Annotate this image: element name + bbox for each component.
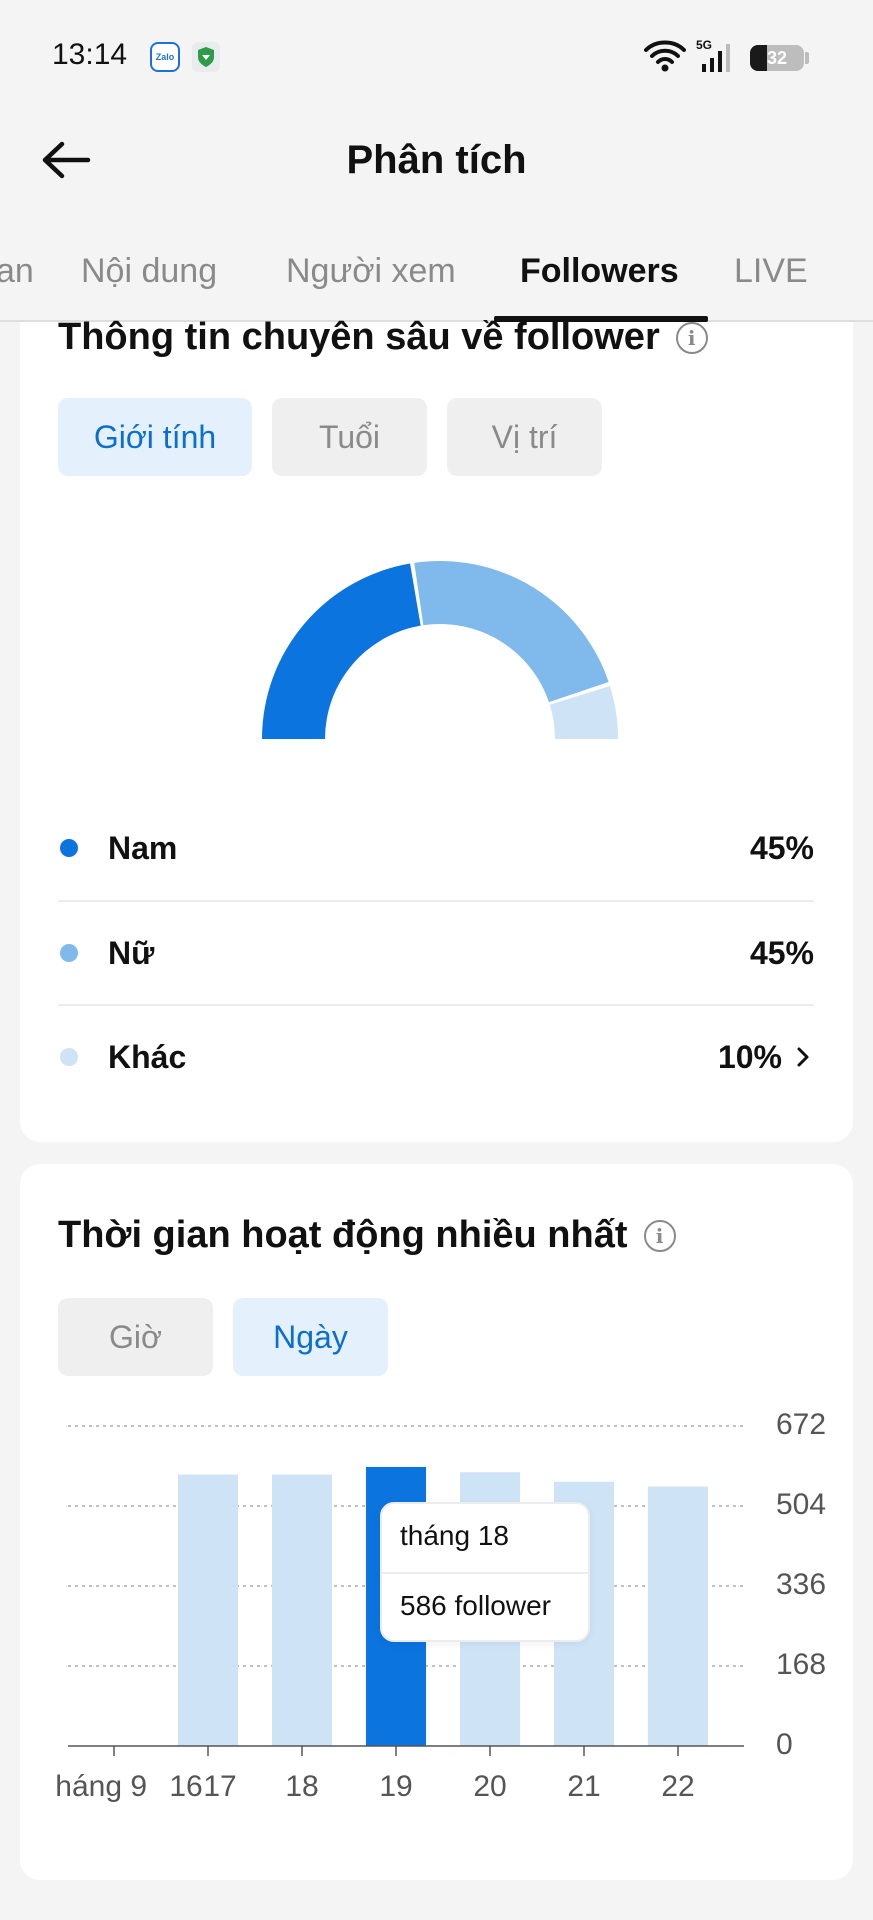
gauge-segment-male (262, 563, 421, 739)
tab-overview[interactable]: an (0, 252, 34, 291)
cellular-signal-icon: 5G (696, 38, 730, 72)
tab-live[interactable]: LIVE (734, 252, 808, 291)
chart-tooltip: tháng 18 586 follower (380, 1502, 590, 1642)
insights-filter-group: Giới tính Tuổi Vị trí (58, 398, 602, 476)
page-title: Phân tích (346, 138, 527, 182)
activity-title-text: Thời gian hoạt động nhiều nhất (58, 1214, 628, 1256)
zalo-notification-icon: Zalo (150, 42, 180, 72)
gender-semi-donut-chart (262, 561, 618, 739)
wifi-icon (644, 40, 686, 72)
network-type-label: 5G (696, 38, 712, 52)
x-tick-label: 17 (203, 1770, 237, 1803)
status-time: 13:14 (52, 38, 128, 71)
legend-row-male: Nam 45% (58, 796, 814, 900)
legend-dot-male (60, 839, 78, 857)
y-tick-label: 336 (776, 1568, 827, 1601)
legend-value-female: 45% (749, 934, 814, 971)
tooltip-date: tháng 18 (400, 1520, 509, 1551)
x-tick-label: 20 (473, 1770, 507, 1803)
gauge-segment-female (414, 561, 609, 703)
filter-hour[interactable]: Giờ (58, 1298, 213, 1376)
tab-viewers[interactable]: Người xem (286, 252, 456, 291)
legend-dot-female (60, 944, 78, 962)
tooltip-divider (382, 1572, 588, 1574)
legend-value-male: 45% (749, 829, 814, 866)
activity-bar-chart: 672 504 336 168 0 háng 9 16 17 18 19 20 21 22 tháng… (55, 1392, 858, 1812)
y-tick-label: 672 (776, 1408, 827, 1441)
bar-21[interactable] (648, 1486, 708, 1746)
y-tick-label: 0 (776, 1728, 793, 1761)
filter-day[interactable]: Ngày (233, 1298, 388, 1376)
battery-icon: 32 (750, 45, 804, 71)
x-tick-label: 21 (567, 1770, 601, 1803)
battery-cap (805, 52, 809, 64)
tab-bar: an Nội dung Người xem Followers LIVE (0, 240, 873, 322)
insights-title: Thông tin chuyên sâu về follower i (58, 316, 708, 359)
x-tick-label: 18 (285, 1770, 319, 1803)
activity-title: Thời gian hoạt động nhiều nhất i (58, 1214, 676, 1257)
x-tick-label: 16 (169, 1770, 203, 1803)
filter-age[interactable]: Tuổi (272, 398, 427, 476)
y-tick-label: 168 (776, 1648, 827, 1681)
filter-location[interactable]: Vị trí (447, 398, 602, 476)
legend-label-male: Nam (108, 829, 178, 866)
info-icon[interactable]: i (643, 1219, 676, 1252)
legend-label-female: Nữ (108, 934, 155, 971)
legend-dot-other (60, 1048, 78, 1066)
tab-followers[interactable]: Followers (520, 252, 679, 291)
bar-17[interactable] (272, 1474, 332, 1746)
y-tick-label: 504 (776, 1488, 827, 1521)
status-bar: 13:14 Zalo 5G 32 (0, 0, 873, 110)
filter-gender[interactable]: Giới tính (58, 398, 252, 476)
tab-content[interactable]: Nội dung (81, 252, 217, 291)
battery-level: 32 (766, 47, 788, 68)
x-tick-label: 22 (661, 1770, 695, 1803)
legend-value-other: 10% (717, 1038, 782, 1075)
shield-notification-icon (192, 42, 220, 72)
info-icon[interactable]: i (675, 321, 708, 354)
x-tick-label: háng 9 (55, 1770, 148, 1803)
follower-insights-card: Thông tin chuyên sâu về follower i Giới … (20, 316, 853, 1142)
bar-16[interactable] (178, 1474, 238, 1746)
legend-row-female: Nữ 45% (58, 900, 814, 1004)
chevron-right-icon (797, 1047, 809, 1067)
insights-title-text: Thông tin chuyên sâu về follower (58, 316, 660, 358)
x-tick-label: 19 (379, 1770, 413, 1803)
most-active-time-card: Thời gian hoạt động nhiều nhất i Giờ Ngà… (20, 1164, 853, 1880)
legend-label-other: Khác (108, 1038, 187, 1075)
tooltip-value: 586 follower (400, 1590, 551, 1621)
activity-filter-group: Giờ Ngày (58, 1298, 388, 1376)
legend-row-other[interactable]: Khác 10% (58, 1004, 814, 1108)
